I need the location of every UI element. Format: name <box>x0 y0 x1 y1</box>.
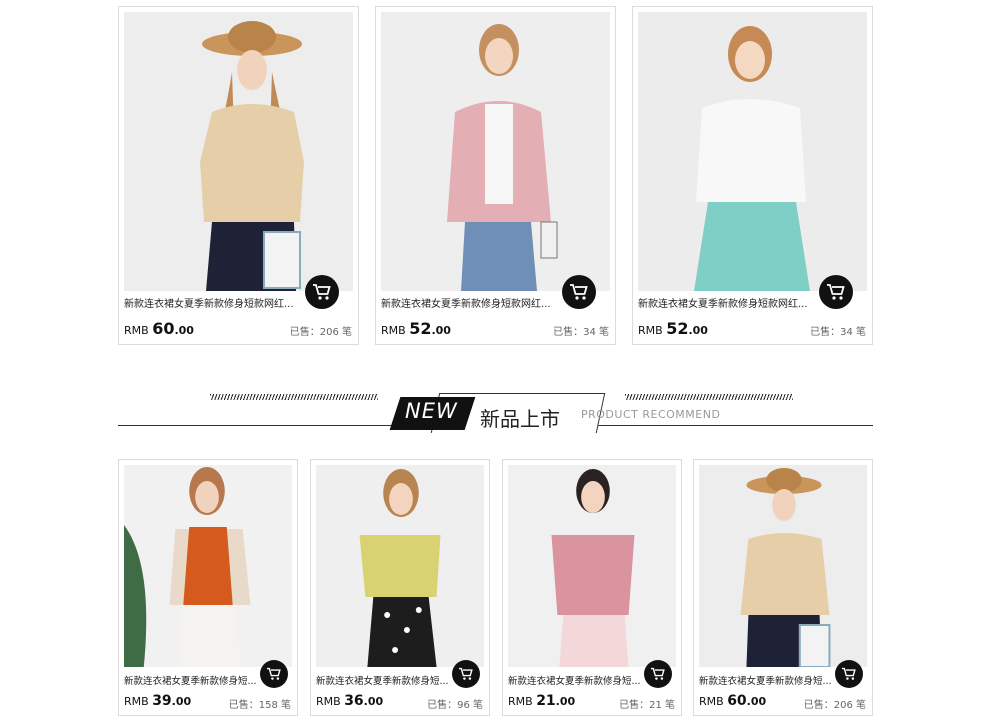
product-card[interactable]: 新款连衣裙女夏季新款修身短... RMB 39.00 已售：158 笔 <box>118 459 298 716</box>
product-price: RMB 39.00 <box>124 693 192 709</box>
decorative-hatch-right <box>625 394 793 400</box>
product-price: RMB 60.00 <box>699 693 767 709</box>
product-price: RMB 36.00 <box>316 693 384 709</box>
cart-icon <box>842 667 856 680</box>
product-price: RMB 60.00 <box>124 319 194 338</box>
product-title[interactable]: 新款连衣裙女夏季新款修身短... <box>508 673 643 687</box>
product-card[interactable]: 新款连衣裙女夏季新款修身短... RMB 36.00 已售：96 笔 <box>310 459 490 716</box>
sold-count: 已售：34 笔 <box>553 327 609 338</box>
add-to-cart-button[interactable] <box>835 660 863 688</box>
product-title[interactable]: 新款连衣裙女夏季新款修身短款网红... <box>124 295 352 310</box>
product-title[interactable]: 新款连衣裙女夏季新款修身短... <box>699 673 834 687</box>
sold-count: 已售：206 笔 <box>803 700 866 711</box>
product-card[interactable]: 新款连衣裙女夏季新款修身短款网红... RMB 52.00 已售：34 笔 <box>632 6 873 345</box>
sold-count: 已售：206 笔 <box>289 327 352 338</box>
product-photo[interactable] <box>124 465 292 667</box>
section-title: 新品上市 <box>480 407 560 431</box>
product-title[interactable]: 新款连衣裙女夏季新款修身短款网红... <box>638 295 866 310</box>
product-photo[interactable] <box>124 12 353 291</box>
product-price: RMB 52.00 <box>638 319 708 338</box>
product-price: RMB 52.00 <box>381 319 451 338</box>
product-photo[interactable] <box>381 12 610 291</box>
new-badge-text: NEW <box>405 399 458 423</box>
cart-icon <box>459 667 473 680</box>
product-photo[interactable] <box>316 465 484 667</box>
section-header: NEW 新品上市 PRODUCT RECOMMEND <box>118 368 873 433</box>
product-card[interactable]: 新款连衣裙女夏季新款修身短款网红... RMB 52.00 已售：34 笔 <box>375 6 616 345</box>
add-to-cart-button[interactable] <box>644 660 672 688</box>
product-title[interactable]: 新款连衣裙女夏季新款修身短... <box>316 673 451 687</box>
decorative-hatch-left <box>210 394 378 400</box>
sold-count: 已售：96 笔 <box>427 700 483 711</box>
cart-icon <box>267 667 281 680</box>
product-card[interactable]: 新款连衣裙女夏季新款修身短... RMB 60.00 已售：206 笔 <box>693 459 873 716</box>
product-title[interactable]: 新款连衣裙女夏季新款修身短款网红... <box>381 295 609 310</box>
sold-count: 已售：21 笔 <box>619 700 675 711</box>
product-price: RMB 21.00 <box>508 693 576 709</box>
product-photo[interactable] <box>508 465 676 667</box>
product-title[interactable]: 新款连衣裙女夏季新款修身短... <box>124 673 259 687</box>
add-to-cart-button[interactable] <box>260 660 288 688</box>
add-to-cart-button[interactable] <box>452 660 480 688</box>
cart-icon <box>651 667 665 680</box>
product-photo[interactable] <box>638 12 867 291</box>
sold-count: 已售：158 笔 <box>228 700 291 711</box>
product-card[interactable]: 新款连衣裙女夏季新款修身短款网红... RMB 60.00 已售：206 笔 <box>118 6 359 345</box>
section-subtitle: PRODUCT RECOMMEND <box>581 408 721 421</box>
product-card[interactable]: 新款连衣裙女夏季新款修身短... RMB 21.00 已售：21 笔 <box>502 459 682 716</box>
sold-count: 已售：34 笔 <box>810 327 866 338</box>
product-photo[interactable] <box>699 465 867 667</box>
